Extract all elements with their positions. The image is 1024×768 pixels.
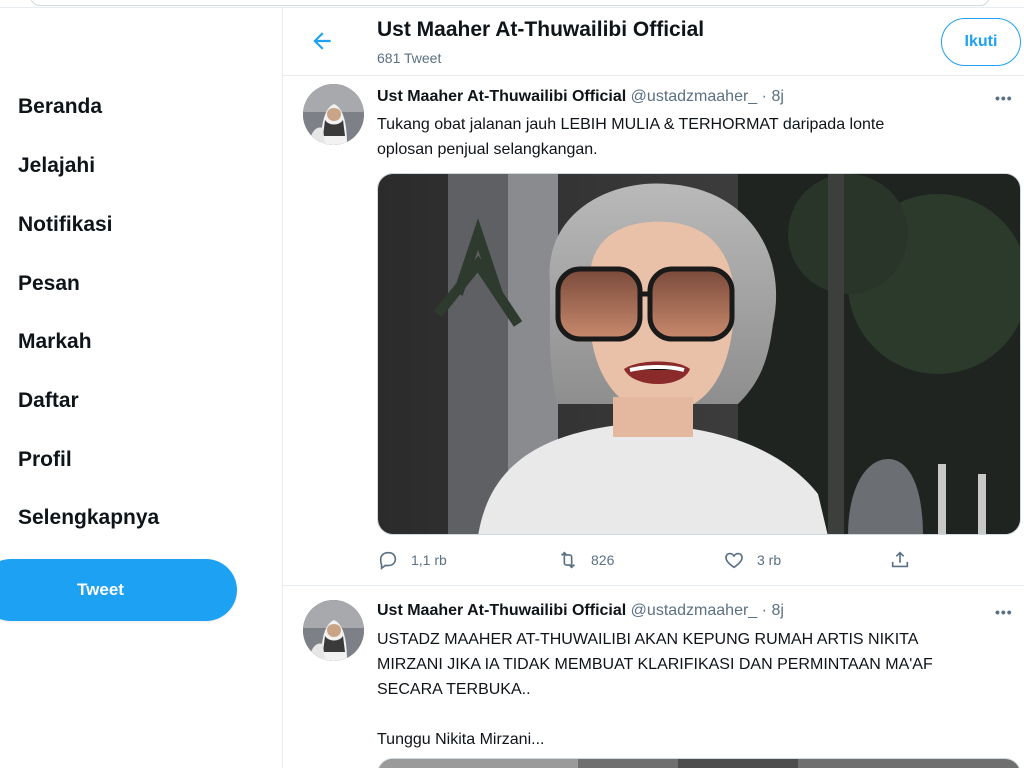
tweet-text-line: Tunggu Nikita Mirzani...: [377, 731, 545, 748]
share-icon: [891, 551, 909, 568]
like-button[interactable]: 3 rb: [723, 549, 781, 571]
tweet-text-line: Tukang obat jalanan jauh LEBIH MULIA & T…: [377, 116, 885, 133]
main-column: Ust Maaher At-Thuwailibi Official 681 Tw…: [282, 8, 1024, 768]
tweet-card[interactable]: Ust Maaher At-Thuwailibi Official @ustad…: [283, 76, 1024, 586]
arrow-left-icon[interactable]: [309, 28, 335, 54]
sidebar: Beranda Jelajahi Notifikasi Pesan Markah…: [0, 8, 282, 768]
tweet-text-line: USTADZ MAAHER AT-THUWAILIBI AKAN KEPUNG …: [377, 631, 919, 648]
avatar-image: [303, 600, 364, 661]
sidebar-item-notifikasi[interactable]: Notifikasi: [18, 213, 113, 237]
tweet-time[interactable]: 8j: [771, 88, 783, 105]
more-options-icon[interactable]: •••: [995, 90, 1013, 106]
more-options-icon[interactable]: •••: [995, 604, 1013, 620]
tweet-text: USTADZ MAAHER AT-THUWAILIBI AKAN KEPUNG …: [377, 627, 987, 752]
follow-button[interactable]: Ikuti: [941, 18, 1021, 66]
like-count: 3 rb: [757, 552, 782, 568]
tweet-header: Ust Maaher At-Thuwailibi Official @ustad…: [377, 602, 784, 620]
sidebar-item-selengkapnya[interactable]: Selengkapnya: [18, 506, 159, 530]
reply-count: 1,1 rb: [411, 552, 447, 568]
avatar-image: [303, 84, 364, 145]
tweet-actions: 1,1 rb 826 3 rb: [377, 549, 917, 573]
tweet-author-name[interactable]: Ust Maaher At-Thuwailibi Official: [377, 602, 626, 619]
tweet-time[interactable]: 8j: [771, 602, 783, 619]
share-button[interactable]: [889, 549, 911, 571]
tweet-author-handle[interactable]: @ustadzmaaher_: [631, 602, 758, 619]
tweet-author-handle[interactable]: @ustadzmaaher_: [631, 88, 758, 105]
tweet-count: 681 Tweet: [377, 50, 442, 66]
avatar[interactable]: [303, 84, 364, 145]
tweet-text-line: MIRZANI JIKA IA TIDAK MEMBUAT KLARIFIKAS…: [377, 656, 933, 673]
heart-icon: [725, 552, 743, 569]
tweet-text-line: SECARA TERBUKA..: [377, 681, 531, 698]
sidebar-item-daftar[interactable]: Daftar: [18, 389, 79, 413]
profile-header: Ust Maaher At-Thuwailibi Official 681 Tw…: [283, 8, 1024, 76]
tweet-media-photo[interactable]: [377, 758, 1021, 768]
tweet-text-line: [377, 702, 987, 727]
photo-woman-sunglasses: [378, 174, 1020, 534]
tweet-card[interactable]: Ust Maaher At-Thuwailibi Official @ustad…: [283, 586, 1024, 768]
tweet-separator: ·: [761, 88, 767, 105]
photo-preview: [378, 759, 1020, 768]
page-title: Ust Maaher At-Thuwailibi Official: [377, 18, 705, 41]
sidebar-item-pesan[interactable]: Pesan: [18, 272, 80, 296]
sidebar-item-jelajahi[interactable]: Jelajahi: [18, 154, 95, 178]
tweet-media-photo[interactable]: [377, 173, 1021, 535]
retweet-count: 826: [591, 552, 615, 568]
browser-top-strip: [0, 0, 1024, 8]
avatar[interactable]: [303, 600, 364, 661]
retweet-button[interactable]: 826: [557, 549, 614, 571]
reply-icon: [379, 551, 397, 570]
tweet-header: Ust Maaher At-Thuwailibi Official @ustad…: [377, 88, 784, 106]
tweet-text: Tukang obat jalanan jauh LEBIH MULIA & T…: [377, 112, 987, 162]
sidebar-item-markah[interactable]: Markah: [18, 330, 92, 354]
compose-tweet-button[interactable]: Tweet: [0, 559, 237, 621]
sidebar-item-beranda[interactable]: Beranda: [18, 95, 102, 119]
top-search-pill: [30, 0, 990, 6]
tweet-separator: ·: [761, 602, 767, 619]
tweet-text-line: oplosan penjual selangkangan.: [377, 141, 598, 158]
reply-button[interactable]: 1,1 rb: [377, 549, 447, 571]
sidebar-item-profil[interactable]: Profil: [18, 448, 72, 472]
tweet-author-name[interactable]: Ust Maaher At-Thuwailibi Official: [377, 88, 626, 105]
retweet-icon: [560, 551, 576, 569]
